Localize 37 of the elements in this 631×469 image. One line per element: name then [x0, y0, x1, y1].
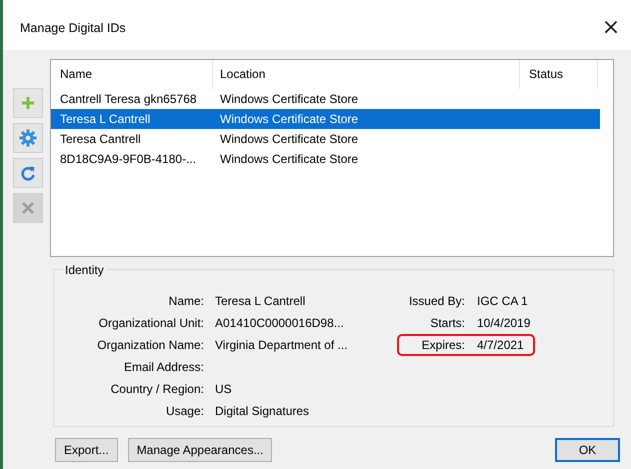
column-header[interactable]: Status	[520, 60, 598, 89]
field-label: Name:	[168, 293, 204, 310]
gear-icon	[19, 129, 37, 147]
field-value: IGC CA 1	[477, 293, 528, 310]
id-row[interactable]: Teresa Cantrell Windows Certificate Store	[51, 129, 600, 149]
field-label: Issued By:	[408, 293, 465, 310]
id-row[interactable]: Cantrell Teresa gkn65768 Windows Certificate Store	[51, 89, 600, 109]
field-value: A01410C0000016D98...	[215, 315, 345, 332]
refresh-button[interactable]	[13, 158, 43, 188]
field-value: 10/4/2019	[477, 315, 530, 332]
close-button[interactable]: ×	[591, 14, 631, 40]
window-title: Manage Digital IDs	[20, 21, 127, 35]
id-row[interactable]: 8D18C9A9-9F0B-4180-... Windows Certificate Store	[51, 149, 600, 169]
field-label: Country / Region:	[110, 381, 204, 398]
field-value: Teresa L Cantrell	[215, 293, 306, 310]
field-label: Organization Name:	[96, 337, 204, 354]
ok-button[interactable]: OK	[555, 438, 620, 462]
manage-appearances-button[interactable]: Manage Appearances...	[128, 438, 272, 462]
column-header[interactable]: Location	[213, 60, 520, 89]
field-value: 4/7/2021	[477, 337, 524, 354]
field-label: Usage:	[164, 403, 204, 420]
field-label: Starts:	[429, 315, 465, 332]
field-label: Expires:	[420, 337, 465, 354]
export-button[interactable]: Export...	[55, 438, 118, 462]
add-button[interactable]	[13, 88, 43, 118]
settings-button[interactable]	[13, 123, 43, 153]
field-value: Digital Signatures	[215, 403, 310, 420]
field-label: Organizational Unit:	[98, 315, 204, 332]
plus-icon	[21, 96, 35, 110]
delete-icon	[21, 201, 35, 215]
column-header[interactable]: Name	[51, 60, 213, 89]
group-title: Identity	[63, 263, 106, 277]
field-value: US	[215, 381, 233, 398]
field-label: Email Address:	[122, 359, 204, 376]
refresh-icon	[19, 164, 37, 182]
id-row[interactable]: Teresa L Cantrell Windows Certificate Store	[51, 109, 600, 129]
field-value: Virginia Department of ...	[215, 337, 349, 354]
